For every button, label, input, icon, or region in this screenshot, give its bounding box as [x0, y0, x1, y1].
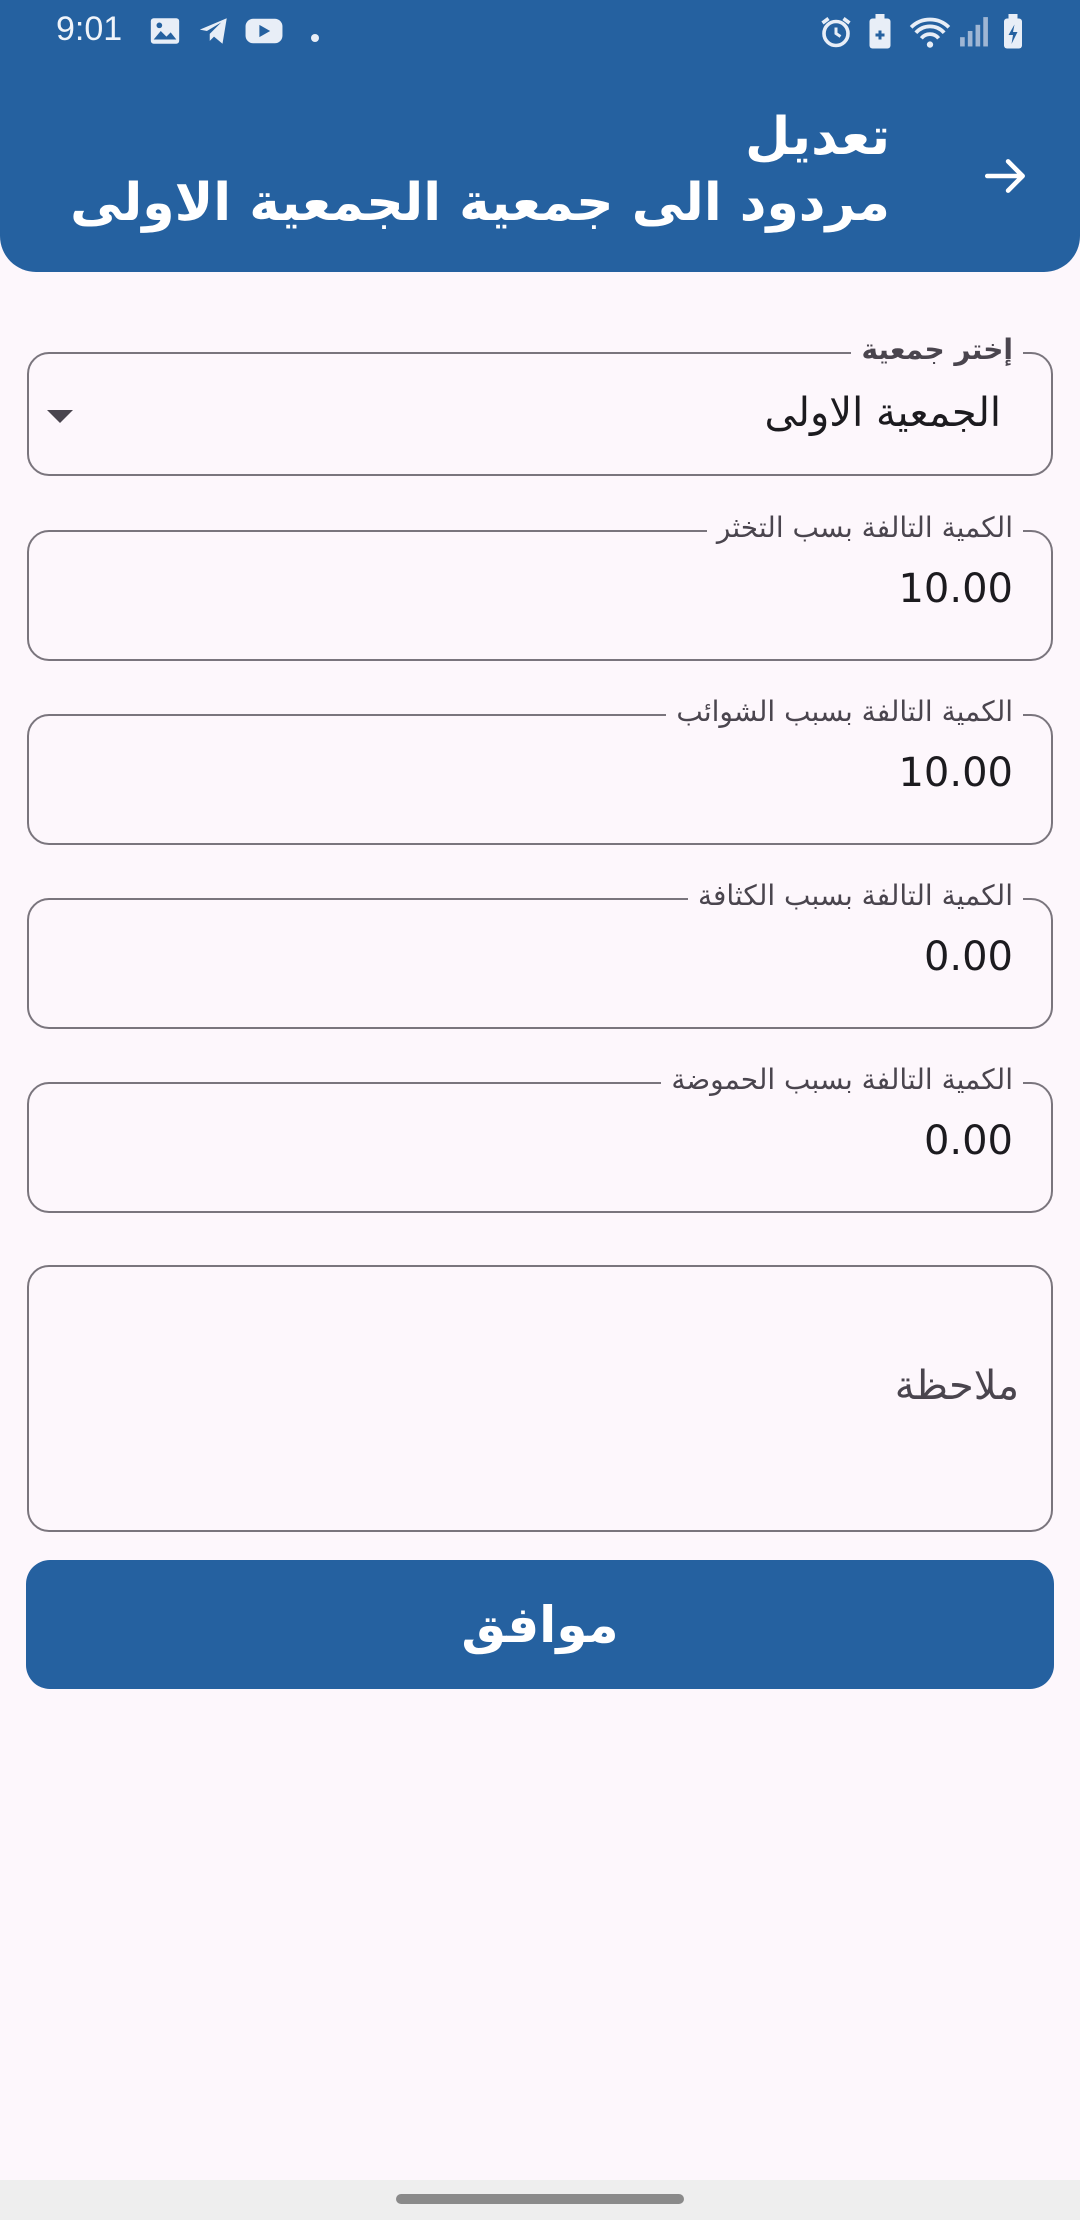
impurities-label: الكمية التالفة بسبب الشوائب	[666, 694, 1023, 730]
app-bar: تعديل مردود الى جمعية الجمعية الاولى	[0, 66, 1080, 272]
back-button[interactable]	[968, 138, 1044, 214]
acidity-field[interactable]: الكمية التالفة بسبب الحموضة 0.00	[27, 1062, 1053, 1213]
coagulation-field[interactable]: الكمية التالفة بسب التخثر 10.00	[27, 510, 1053, 661]
density-value: 0.00	[923, 934, 1013, 980]
home-gesture-handle[interactable]	[396, 2194, 684, 2204]
acidity-label: الكمية التالفة بسبب الحموضة	[661, 1062, 1023, 1098]
ok-button[interactable]: موافق	[26, 1560, 1054, 1689]
dropdown-arrow-icon	[47, 410, 73, 423]
note-placeholder: ملاحظة	[894, 1363, 1019, 1409]
wifi-icon	[908, 14, 952, 54]
impurities-value: 10.00	[898, 750, 1013, 796]
page-title-line1: تعديل	[745, 107, 890, 167]
coagulation-label: الكمية التالفة بسب التخثر	[706, 510, 1023, 546]
acidity-value: 0.00	[923, 1118, 1013, 1164]
dot-icon	[310, 28, 320, 47]
note-field[interactable]: ملاحظة	[27, 1265, 1053, 1532]
coagulation-value: 10.00	[898, 566, 1013, 612]
impurities-field[interactable]: الكمية التالفة بسبب الشوائب 10.00	[27, 694, 1053, 845]
ok-button-label: موافق	[461, 1595, 619, 1654]
arrow-right-icon	[984, 159, 1025, 193]
signal-icon	[958, 14, 990, 52]
status-bar: 9:01	[0, 0, 1080, 66]
density-label: الكمية التالفة بسبب الكثافة	[688, 878, 1023, 914]
density-field[interactable]: الكمية التالفة بسبب الكثافة 0.00	[27, 878, 1053, 1029]
telegram-icon	[196, 14, 232, 52]
battery-charging-icon	[1000, 14, 1026, 54]
navigation-bar	[0, 2180, 1080, 2220]
status-time: 9:01	[56, 10, 123, 48]
association-value: الجمعية الاولى	[764, 390, 1001, 436]
page-title-line2: مردود الى جمعية الجمعية الاولى	[70, 173, 890, 233]
image-icon	[148, 14, 182, 52]
alarm-icon	[818, 14, 854, 54]
battery-saver-icon	[866, 14, 894, 54]
youtube-icon	[244, 14, 284, 52]
association-label: إختر جمعية	[851, 332, 1023, 368]
association-dropdown[interactable]: إختر جمعية الجمعية الاولى	[27, 332, 1053, 476]
page-title: تعديل مردود الى جمعية الجمعية الاولى	[70, 104, 890, 236]
